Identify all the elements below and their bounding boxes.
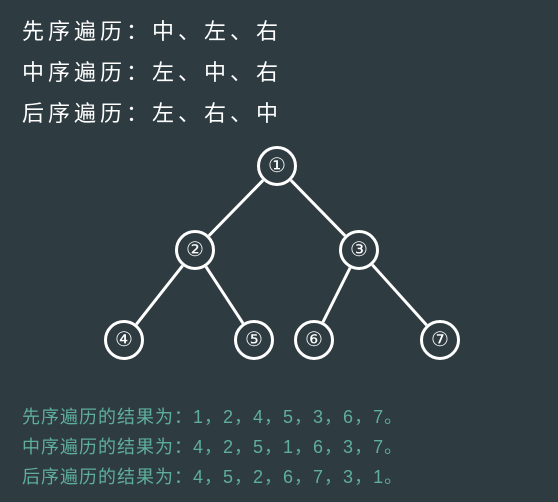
tree-node-3: ③: [339, 230, 379, 270]
tree-edge: [136, 266, 182, 325]
definition-inorder: 中序遍历：左、中、右: [22, 55, 282, 87]
tree-edge: [323, 268, 350, 322]
tree-edge: [209, 180, 263, 235]
definition-postorder: 后序遍历：左、右、中: [22, 96, 282, 128]
tree-node-4: ④: [104, 320, 144, 360]
result-postorder: 后序遍历的结果为：4，5，2，6，7，3，1。: [22, 462, 403, 492]
results-block: 先序遍历的结果为：1，2，4，5，3，6，7。 中序遍历的结果为：4，2，5，1…: [22, 402, 403, 492]
tree-edge: [372, 265, 426, 325]
result-preorder-label: 先序遍历的结果为：: [22, 407, 193, 427]
tree-node-6: ⑥: [294, 320, 334, 360]
result-postorder-values: 4，5，2，6，7，3，1。: [193, 467, 403, 487]
tree-edge: [206, 267, 243, 324]
tree-edge: [291, 180, 345, 235]
tree-diagram: ① ② ③ ④ ⑤⑥ ⑦: [0, 140, 558, 380]
tree-node-7: ⑦: [420, 320, 460, 360]
definition-preorder: 先序遍历：中、左、右: [22, 14, 282, 46]
result-inorder: 中序遍历的结果为：4，2，5，1，6，3，7。: [22, 432, 403, 462]
tree-node-2: ②: [175, 230, 215, 270]
result-inorder-values: 4，2，5，1，6，3，7。: [193, 437, 403, 457]
result-preorder: 先序遍历的结果为：1，2，4，5，3，6，7。: [22, 402, 403, 432]
result-inorder-label: 中序遍历的结果为：: [22, 437, 193, 457]
result-preorder-values: 1，2，4，5，3，6，7。: [193, 407, 403, 427]
result-postorder-label: 后序遍历的结果为：: [22, 467, 193, 487]
diagram-container: 先序遍历：中、左、右 中序遍历：左、中、右 后序遍历：左、右、中 ① ② ③ ④ ⑤⑥ ⑦…: [0, 0, 558, 502]
tree-node-5: ⑤: [234, 320, 274, 360]
tree-node-1: ①: [257, 146, 297, 186]
